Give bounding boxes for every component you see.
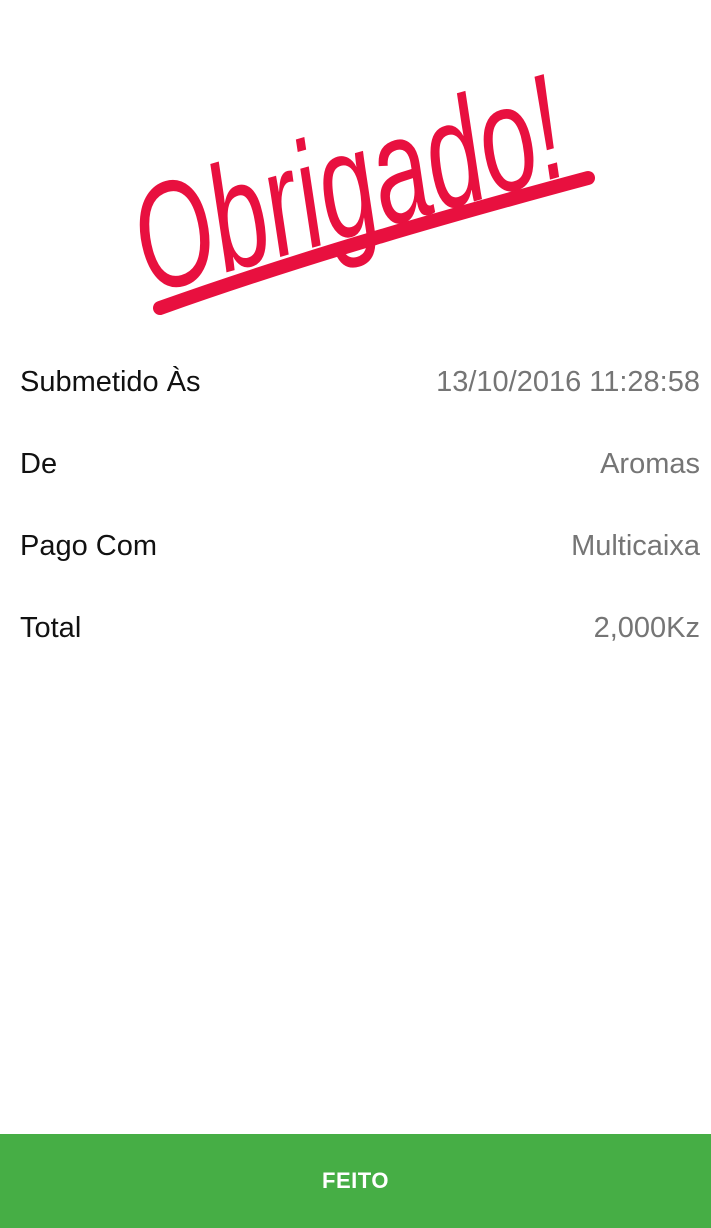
submitted-at-label: Submetido Às [20, 365, 201, 398]
total-value: 2,000Kz [593, 611, 700, 644]
detail-row-from: De Aromas [20, 423, 700, 505]
detail-row-submitted-at: Submetido Às 13/10/2016 11:28:58 [20, 341, 700, 423]
svg-text:Obrigado!: Obrigado! [113, 42, 582, 325]
from-label: De [20, 447, 58, 480]
paid-with-label: Pago Com [20, 529, 158, 562]
total-label: Total [20, 611, 82, 644]
obrigado-logo: Obrigado! [113, 42, 595, 325]
done-button[interactable]: FEITO [0, 1134, 711, 1228]
detail-row-total: Total 2,000Kz [20, 587, 700, 669]
submitted-at-value: 13/10/2016 11:28:58 [436, 365, 700, 398]
from-value: Aromas [600, 447, 700, 480]
thank-you-banner: Obrigado! [0, 0, 711, 330]
detail-row-paid-with: Pago Com Multicaixa [20, 505, 700, 587]
receipt-details: Submetido Às 13/10/2016 11:28:58 De Arom… [20, 341, 700, 669]
paid-with-value: Multicaixa [571, 529, 700, 562]
